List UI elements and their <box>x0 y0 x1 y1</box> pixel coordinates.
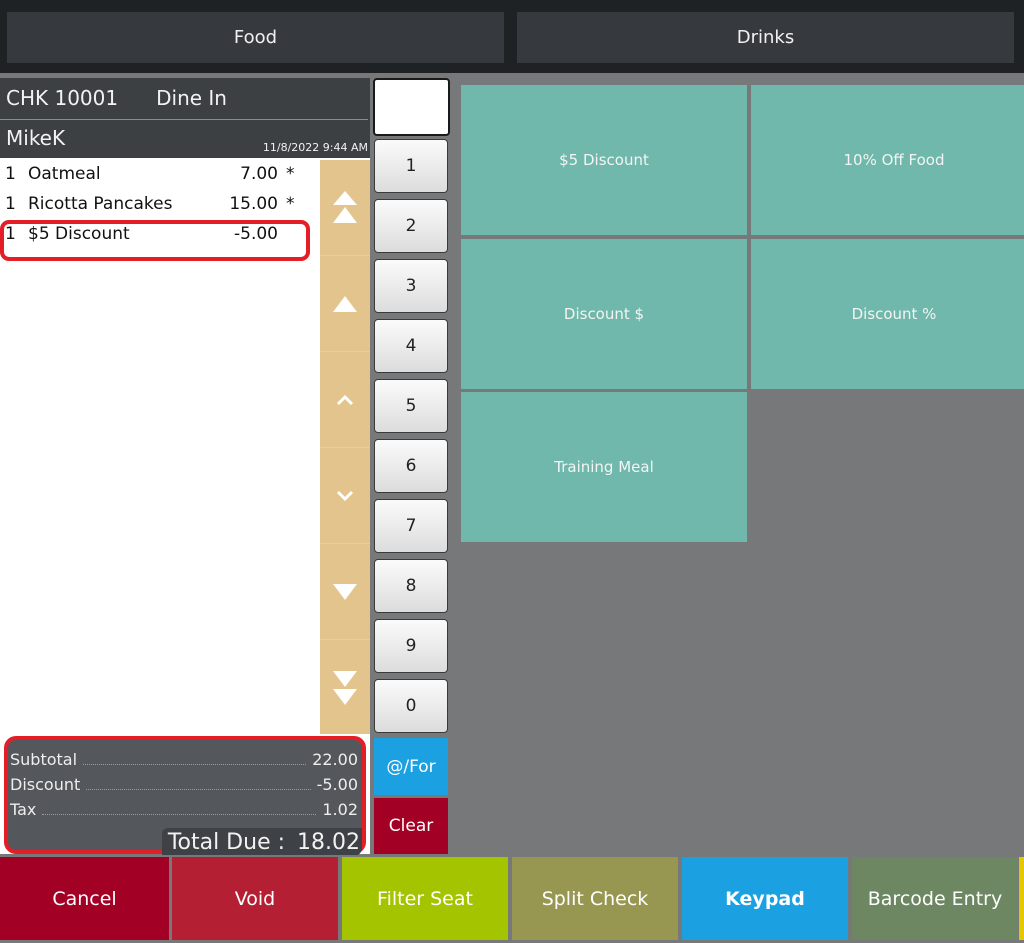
item-name: Ricotta Pancakes <box>28 194 173 214</box>
clear-button[interactable]: Clear <box>374 798 448 854</box>
key-4[interactable]: 4 <box>374 319 448 373</box>
chevron-up-icon <box>336 394 354 405</box>
category-food-button[interactable]: Food <box>7 12 504 63</box>
key-2[interactable]: 2 <box>374 199 448 253</box>
order-item-highlighted[interactable]: 1 $5 Discount -5.00 <box>0 220 318 261</box>
training-meal-button[interactable]: Training Meal <box>461 392 747 542</box>
discount-grid: $5 Discount 10% Off Food Discount $ Disc… <box>458 78 1024 854</box>
subtotal-label: Subtotal <box>10 750 78 769</box>
key-8[interactable]: 8 <box>374 559 448 613</box>
key-5[interactable]: 5 <box>374 379 448 433</box>
key-6[interactable]: 6 <box>374 439 448 493</box>
total-due-label: Total Due : <box>167 829 286 855</box>
split-check-button[interactable]: Split Check <box>512 857 678 940</box>
double-down-triangle-icon <box>333 671 357 705</box>
void-button[interactable]: Void <box>172 857 338 940</box>
check-number: CHK 10001 <box>6 86 119 110</box>
totals-box: Subtotal 22.00 Discount -5.00 Tax 1.02 T… <box>4 736 366 856</box>
key-1[interactable]: 1 <box>374 139 448 193</box>
key-0[interactable]: 0 <box>374 679 448 733</box>
category-bar: Food Drinks <box>0 0 1024 73</box>
double-up-triangle-icon <box>333 190 357 223</box>
key-3[interactable]: 3 <box>374 259 448 313</box>
cancel-button[interactable]: Cancel <box>0 857 169 940</box>
check-datetime: 11/8/2022 9:44 AM <box>262 141 368 154</box>
total-due-value: 18.02 <box>297 829 360 855</box>
scroll-page-top-button[interactable] <box>320 160 370 256</box>
discount-5-dollar-button[interactable]: $5 Discount <box>461 85 747 235</box>
at-for-button[interactable]: @/For <box>374 738 448 795</box>
discount-percent-button[interactable]: Discount % <box>751 239 1024 389</box>
dot-leader <box>86 778 311 790</box>
item-price: -5.00 <box>234 224 278 244</box>
order-type[interactable]: Dine In <box>156 86 227 110</box>
discount-amount-button[interactable]: Discount $ <box>461 239 747 389</box>
order-item[interactable]: 1 Oatmeal 7.00 * <box>0 162 318 192</box>
key-9[interactable]: 9 <box>374 619 448 673</box>
item-price: 7.00 <box>240 164 278 184</box>
key-7[interactable]: 7 <box>374 499 448 553</box>
check-header: CHK 10001 Dine In MikeK 11/8/2022 9:44 A… <box>0 78 370 158</box>
subtotal-row: Subtotal 22.00 <box>10 750 358 772</box>
item-qty: 1 <box>5 224 16 244</box>
numeric-keypad: 1 2 3 4 5 6 7 8 9 0 @/For Clear <box>370 78 452 854</box>
tax-label: Tax <box>10 800 37 819</box>
item-flag: * <box>286 164 295 184</box>
order-items-list: 1 Oatmeal 7.00 * 1 Ricotta Pancakes 15.0… <box>0 162 318 261</box>
filter-seat-button[interactable]: Filter Seat <box>342 857 508 940</box>
item-qty: 1 <box>5 194 16 214</box>
discount-label: Discount <box>10 775 81 794</box>
scroll-line-down-button[interactable] <box>320 448 370 544</box>
item-flag: * <box>286 194 295 214</box>
chevron-down-icon <box>336 490 354 501</box>
dot-leader <box>42 803 317 815</box>
keypad-button[interactable]: Keypad <box>682 857 848 940</box>
item-price: 15.00 <box>229 194 278 214</box>
scroll-line-up-button[interactable] <box>320 352 370 448</box>
up-triangle-icon <box>333 295 357 312</box>
dot-leader <box>83 753 307 765</box>
discount-10-percent-food-button[interactable]: 10% Off Food <box>751 85 1024 235</box>
header-divider <box>0 119 368 120</box>
scroll-controls <box>320 160 370 734</box>
scroll-page-down-button[interactable] <box>320 544 370 640</box>
item-name: $5 Discount <box>28 224 130 244</box>
scroll-page-bottom-button[interactable] <box>320 640 370 736</box>
down-triangle-icon <box>333 583 357 600</box>
barcode-entry-button[interactable]: Barcode Entry <box>852 857 1018 940</box>
scroll-page-up-button[interactable] <box>320 256 370 352</box>
server-name: MikeK <box>6 126 66 150</box>
item-qty: 1 <box>5 164 16 184</box>
subtotal-value: 22.00 <box>312 750 358 769</box>
action-bar: Cancel Void Filter Seat Split Check Keyp… <box>0 855 1024 943</box>
totals-panel: Subtotal 22.00 Discount -5.00 Tax 1.02 T… <box>0 732 370 858</box>
tax-row: Tax 1.02 <box>10 800 358 822</box>
item-name: Oatmeal <box>28 164 101 184</box>
discount-value: -5.00 <box>316 775 358 794</box>
category-drinks-button[interactable]: Drinks <box>517 12 1014 63</box>
discount-row: Discount -5.00 <box>10 775 358 797</box>
order-item[interactable]: 1 Ricotta Pancakes 15.00 * <box>0 192 318 222</box>
next-button-edge[interactable] <box>1019 857 1024 940</box>
keypad-display[interactable] <box>373 78 450 136</box>
tax-value: 1.02 <box>322 800 358 819</box>
total-due: Total Due : 18.02 <box>161 828 362 856</box>
